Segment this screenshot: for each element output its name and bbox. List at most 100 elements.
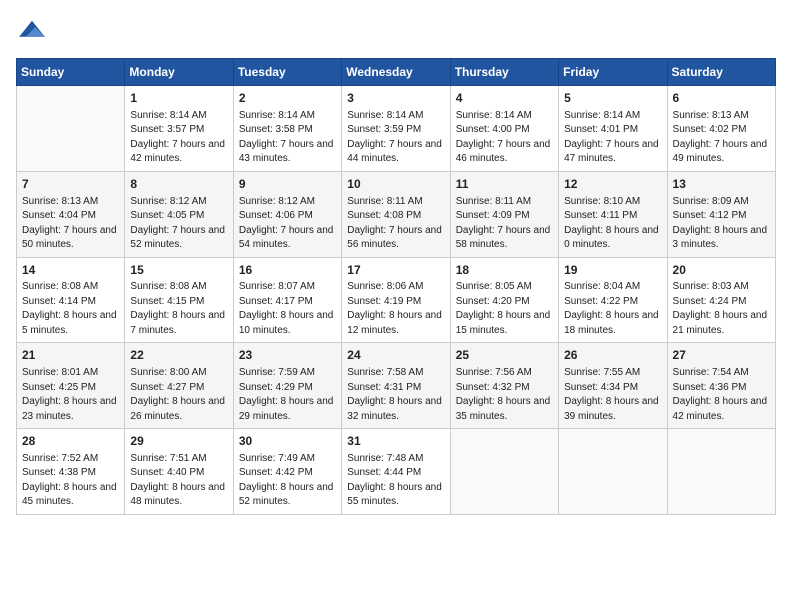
- day-number: 8: [130, 176, 227, 193]
- day-info: Sunrise: 8:14 AMSunset: 3:58 PMDaylight:…: [239, 109, 336, 167]
- calendar-cell: [450, 429, 558, 515]
- calendar-cell: 16Sunrise: 8:07 AMSunset: 4:17 PMDayligh…: [233, 257, 341, 343]
- day-number: 11: [456, 176, 553, 193]
- day-info: Sunrise: 8:14 AMSunset: 4:00 PMDaylight:…: [456, 109, 553, 167]
- calendar-cell: 19Sunrise: 8:04 AMSunset: 4:22 PMDayligh…: [559, 257, 667, 343]
- calendar-cell: 4 Sunrise: 8:14 AMSunset: 4:00 PMDaylight…: [450, 86, 558, 172]
- day-info: Sunrise: 7:59 AMSunset: 4:29 PMDaylight:…: [239, 366, 336, 424]
- day-info: Sunrise: 7:54 AMSunset: 4:36 PMDaylight:…: [673, 366, 770, 424]
- weekday-header-wednesday: Wednesday: [342, 59, 450, 86]
- day-info: Sunrise: 8:14 AMSunset: 3:59 PMDaylight:…: [347, 109, 444, 167]
- calendar-cell: 7 Sunrise: 8:13 AMSunset: 4:04 PMDaylight…: [17, 171, 125, 257]
- calendar-cell: 12 Sunrise: 8:10 AMSunset: 4:11 PMDayligh…: [559, 171, 667, 257]
- day-info: Sunrise: 8:14 AMSunset: 4:01 PMDaylight:…: [564, 109, 661, 167]
- day-info: Sunrise: 8:08 AMSunset: 4:15 PMDaylight:…: [130, 280, 227, 338]
- day-info: Sunrise: 8:14 AMSunset: 3:57 PMDaylight:…: [130, 109, 227, 167]
- day-info: Sunrise: 8:00 AMSunset: 4:27 PMDaylight:…: [130, 366, 227, 424]
- day-number: 24: [347, 347, 444, 364]
- day-info: Sunrise: 8:13 AMSunset: 4:02 PMDaylight:…: [673, 109, 770, 167]
- calendar-week-1: 1 Sunrise: 8:14 AMSunset: 3:57 PMDaylight…: [17, 86, 776, 172]
- calendar-cell: 17Sunrise: 8:06 AMSunset: 4:19 PMDayligh…: [342, 257, 450, 343]
- day-info: Sunrise: 8:13 AMSunset: 4:04 PMDaylight:…: [22, 195, 119, 253]
- day-info: Sunrise: 8:04 AMSunset: 4:22 PMDaylight:…: [564, 280, 661, 338]
- calendar-cell: [17, 86, 125, 172]
- day-number: 7: [22, 176, 119, 193]
- calendar-cell: 24 Sunrise: 7:58 AMSunset: 4:31 PMDayligh…: [342, 343, 450, 429]
- day-info: Sunrise: 8:08 AMSunset: 4:14 PMDaylight:…: [22, 280, 119, 338]
- day-number: 31: [347, 433, 444, 450]
- day-info: Sunrise: 7:48 AMSunset: 4:44 PMDaylight:…: [347, 452, 444, 510]
- day-number: 20: [673, 262, 770, 279]
- calendar-cell: 23 Sunrise: 7:59 AMSunset: 4:29 PMDayligh…: [233, 343, 341, 429]
- calendar-cell: 28 Sunrise: 7:52 AMSunset: 4:38 PMDayligh…: [17, 429, 125, 515]
- calendar-cell: 25 Sunrise: 7:56 AMSunset: 4:32 PMDayligh…: [450, 343, 558, 429]
- day-number: 25: [456, 347, 553, 364]
- calendar-week-5: 28 Sunrise: 7:52 AMSunset: 4:38 PMDayligh…: [17, 429, 776, 515]
- calendar-cell: 30 Sunrise: 7:49 AMSunset: 4:42 PMDayligh…: [233, 429, 341, 515]
- day-info: Sunrise: 7:58 AMSunset: 4:31 PMDaylight:…: [347, 366, 444, 424]
- day-number: 16: [239, 262, 336, 279]
- day-number: 6: [673, 90, 770, 107]
- day-number: 19: [564, 262, 661, 279]
- calendar-cell: 13Sunrise: 8:09 AMSunset: 4:12 PMDayligh…: [667, 171, 775, 257]
- day-number: 28: [22, 433, 119, 450]
- calendar-cell: 22 Sunrise: 8:00 AMSunset: 4:27 PMDayligh…: [125, 343, 233, 429]
- day-info: Sunrise: 7:56 AMSunset: 4:32 PMDaylight:…: [456, 366, 553, 424]
- calendar-cell: 9 Sunrise: 8:12 AMSunset: 4:06 PMDaylight…: [233, 171, 341, 257]
- day-info: Sunrise: 8:06 AMSunset: 4:19 PMDaylight:…: [347, 280, 444, 338]
- logo: [16, 16, 52, 48]
- day-number: 22: [130, 347, 227, 364]
- weekday-header-tuesday: Tuesday: [233, 59, 341, 86]
- calendar-cell: 27 Sunrise: 7:54 AMSunset: 4:36 PMDayligh…: [667, 343, 775, 429]
- calendar-cell: 2 Sunrise: 8:14 AMSunset: 3:58 PMDaylight…: [233, 86, 341, 172]
- calendar-cell: 6 Sunrise: 8:13 AMSunset: 4:02 PMDaylight…: [667, 86, 775, 172]
- calendar-cell: 31 Sunrise: 7:48 AMSunset: 4:44 PMDayligh…: [342, 429, 450, 515]
- calendar-cell: 29Sunrise: 7:51 AMSunset: 4:40 PMDayligh…: [125, 429, 233, 515]
- day-info: Sunrise: 8:03 AMSunset: 4:24 PMDaylight:…: [673, 280, 770, 338]
- day-number: 4: [456, 90, 553, 107]
- day-number: 14: [22, 262, 119, 279]
- calendar-cell: 15Sunrise: 8:08 AMSunset: 4:15 PMDayligh…: [125, 257, 233, 343]
- calendar-cell: 8 Sunrise: 8:12 AMSunset: 4:05 PMDaylight…: [125, 171, 233, 257]
- day-info: Sunrise: 8:11 AMSunset: 4:08 PMDaylight:…: [347, 195, 444, 253]
- calendar-cell: [667, 429, 775, 515]
- day-info: Sunrise: 8:07 AMSunset: 4:17 PMDaylight:…: [239, 280, 336, 338]
- day-number: 5: [564, 90, 661, 107]
- calendar-cell: 21Sunrise: 8:01 AMSunset: 4:25 PMDayligh…: [17, 343, 125, 429]
- day-number: 27: [673, 347, 770, 364]
- day-number: 21: [22, 347, 119, 364]
- day-number: 3: [347, 90, 444, 107]
- day-info: Sunrise: 7:52 AMSunset: 4:38 PMDaylight:…: [22, 452, 119, 510]
- page-header: [16, 16, 776, 48]
- calendar-cell: 26Sunrise: 7:55 AMSunset: 4:34 PMDayligh…: [559, 343, 667, 429]
- day-number: 1: [130, 90, 227, 107]
- day-info: Sunrise: 7:49 AMSunset: 4:42 PMDaylight:…: [239, 452, 336, 510]
- calendar-cell: 18Sunrise: 8:05 AMSunset: 4:20 PMDayligh…: [450, 257, 558, 343]
- day-number: 18: [456, 262, 553, 279]
- day-info: Sunrise: 8:12 AMSunset: 4:06 PMDaylight:…: [239, 195, 336, 253]
- day-number: 2: [239, 90, 336, 107]
- weekday-header-row: SundayMondayTuesdayWednesdayThursdayFrid…: [17, 59, 776, 86]
- calendar-cell: 10 Sunrise: 8:11 AMSunset: 4:08 PMDayligh…: [342, 171, 450, 257]
- day-number: 17: [347, 262, 444, 279]
- weekday-header-monday: Monday: [125, 59, 233, 86]
- calendar-cell: 20Sunrise: 8:03 AMSunset: 4:24 PMDayligh…: [667, 257, 775, 343]
- calendar-week-4: 21Sunrise: 8:01 AMSunset: 4:25 PMDayligh…: [17, 343, 776, 429]
- day-number: 23: [239, 347, 336, 364]
- calendar-week-2: 7 Sunrise: 8:13 AMSunset: 4:04 PMDaylight…: [17, 171, 776, 257]
- weekday-header-sunday: Sunday: [17, 59, 125, 86]
- calendar-cell: 5 Sunrise: 8:14 AMSunset: 4:01 PMDaylight…: [559, 86, 667, 172]
- calendar-cell: [559, 429, 667, 515]
- calendar-week-3: 14Sunrise: 8:08 AMSunset: 4:14 PMDayligh…: [17, 257, 776, 343]
- calendar-cell: 14Sunrise: 8:08 AMSunset: 4:14 PMDayligh…: [17, 257, 125, 343]
- weekday-header-saturday: Saturday: [667, 59, 775, 86]
- calendar-cell: 1 Sunrise: 8:14 AMSunset: 3:57 PMDaylight…: [125, 86, 233, 172]
- day-info: Sunrise: 8:12 AMSunset: 4:05 PMDaylight:…: [130, 195, 227, 253]
- day-number: 9: [239, 176, 336, 193]
- day-info: Sunrise: 8:10 AMSunset: 4:11 PMDaylight:…: [564, 195, 661, 253]
- day-number: 30: [239, 433, 336, 450]
- day-info: Sunrise: 8:09 AMSunset: 4:12 PMDaylight:…: [673, 195, 770, 253]
- day-number: 12: [564, 176, 661, 193]
- calendar-cell: 3 Sunrise: 8:14 AMSunset: 3:59 PMDaylight…: [342, 86, 450, 172]
- day-number: 10: [347, 176, 444, 193]
